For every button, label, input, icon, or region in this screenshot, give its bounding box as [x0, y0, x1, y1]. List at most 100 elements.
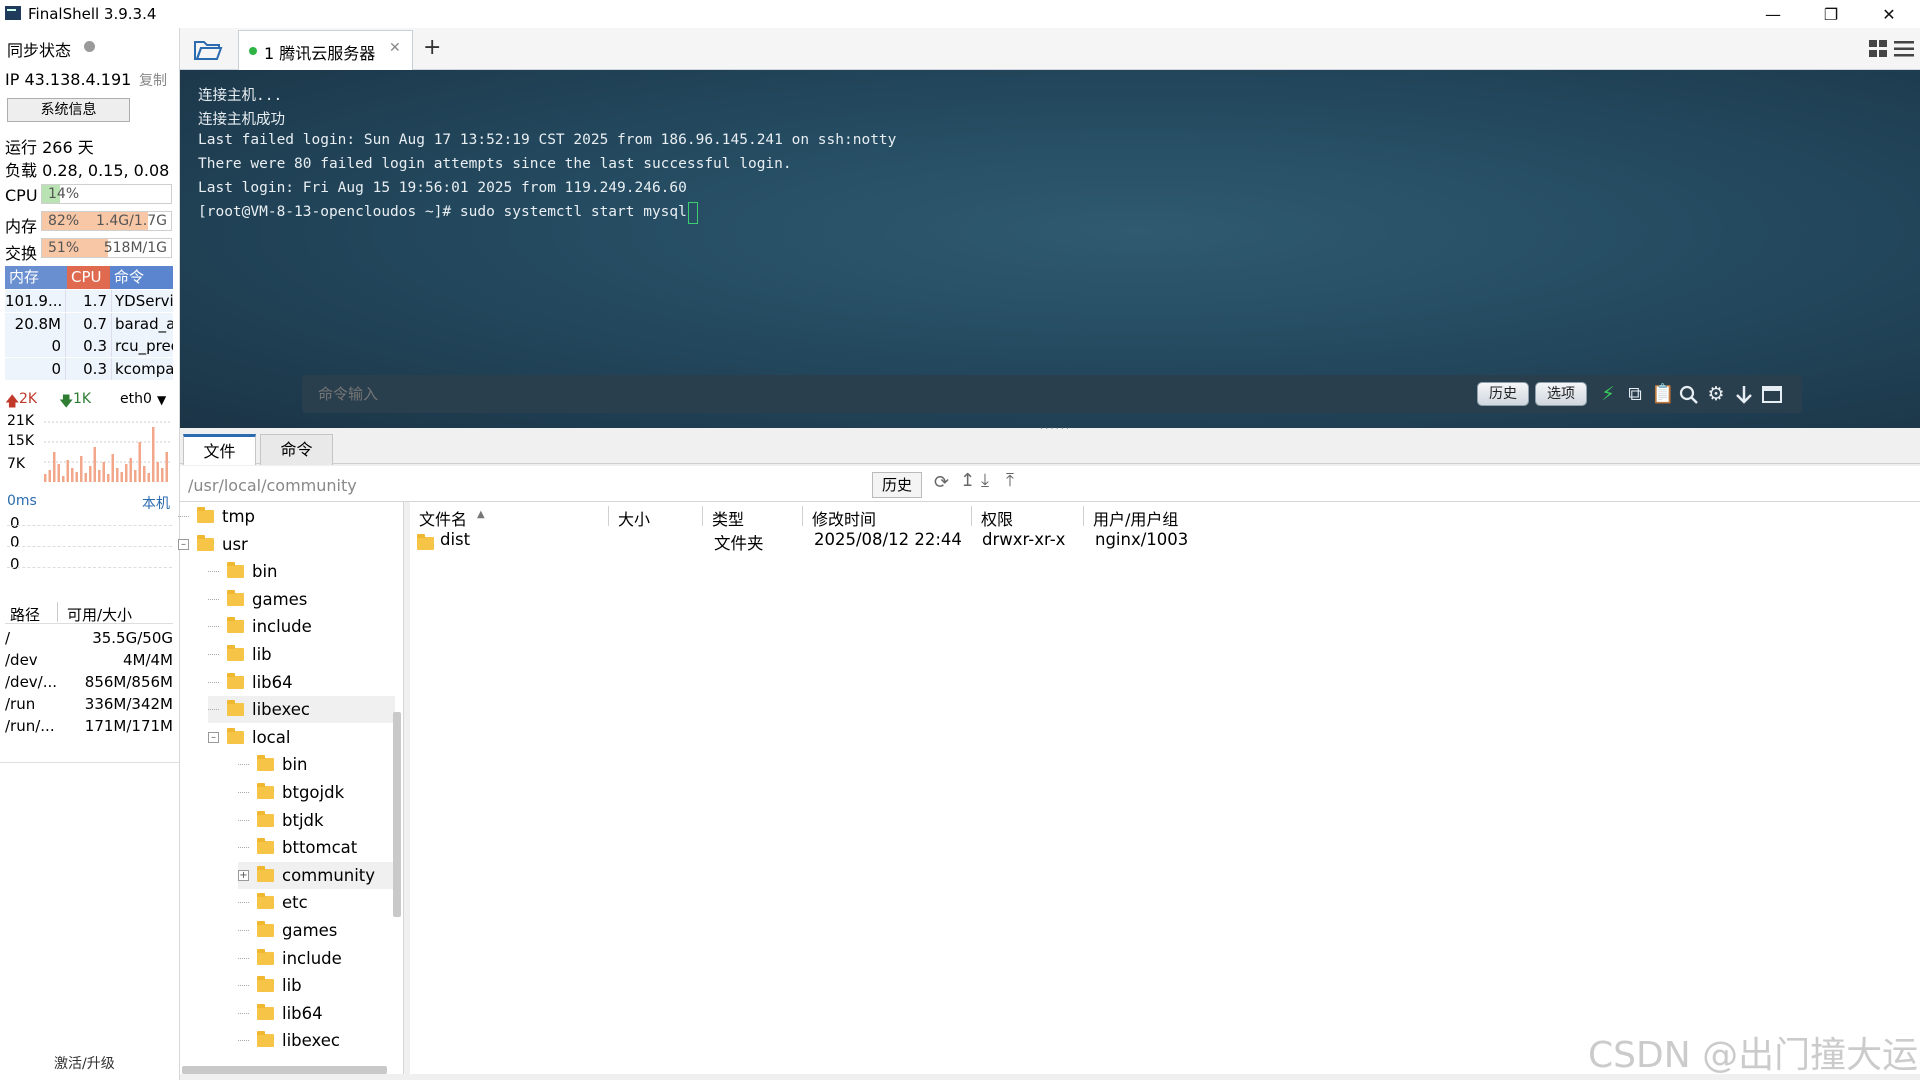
- sort-ascending-icon: ▲: [477, 509, 485, 520]
- folder-icon: [227, 645, 244, 661]
- tree-node[interactable]: lib: [208, 641, 395, 668]
- tree-node-label: libexec: [252, 700, 310, 720]
- open-folder-icon[interactable]: [193, 38, 223, 62]
- tree-node[interactable]: bttomcat: [238, 834, 395, 861]
- process-command: barad_agent: [111, 312, 173, 335]
- folder-icon: [257, 948, 274, 965]
- tree-node[interactable]: btjdk: [238, 807, 395, 834]
- history-button[interactable]: 历史: [1477, 382, 1529, 406]
- memory-usage-bar: 82% 1.4G/1.7G: [41, 211, 172, 231]
- latency-target[interactable]: 本机: [142, 493, 170, 513]
- collapse-icon[interactable]: –: [178, 538, 189, 550]
- proc-col-command[interactable]: 命令: [110, 266, 173, 289]
- tab-session-1[interactable]: 1 腾讯云服务器 ✕: [238, 30, 413, 70]
- cpu-label: CPU: [5, 186, 38, 205]
- process-row[interactable]: 20.8M0.7barad_agent: [5, 312, 173, 335]
- close-tab-icon[interactable]: ✕: [389, 40, 401, 56]
- tree-node[interactable]: bin: [208, 558, 395, 585]
- paste-icon[interactable]: 📋: [1651, 382, 1675, 406]
- options-button[interactable]: 选项: [1535, 382, 1587, 406]
- col-type[interactable]: 类型: [712, 506, 744, 530]
- col-modified[interactable]: 修改时间: [812, 506, 876, 530]
- upload-icon[interactable]: ⤒: [1006, 470, 1014, 491]
- gear-icon[interactable]: ⚙: [1705, 382, 1727, 406]
- tree-node[interactable]: games: [208, 586, 395, 613]
- tree-node[interactable]: libexec: [208, 696, 395, 724]
- tree-node[interactable]: include: [208, 613, 395, 640]
- process-row[interactable]: 00.3rcu_preempt: [5, 335, 173, 357]
- system-info-button[interactable]: 系统信息: [7, 98, 130, 122]
- activate-upgrade-link[interactable]: 激活/升级: [54, 1053, 115, 1073]
- process-command: YDService: [111, 290, 173, 312]
- tree-node[interactable]: lib64: [238, 1000, 395, 1027]
- tree-node[interactable]: lib64: [208, 669, 395, 696]
- folder-icon: [257, 865, 274, 882]
- proc-col-cpu[interactable]: CPU: [67, 266, 110, 289]
- close-button[interactable]: ✕: [1860, 0, 1918, 28]
- file-list[interactable]: [410, 502, 1920, 1074]
- tree-node[interactable]: btgojdk: [238, 779, 395, 806]
- latency-row: 0: [10, 514, 20, 532]
- tab-commands[interactable]: 命令: [260, 434, 333, 465]
- tree-node[interactable]: libexec: [238, 1027, 395, 1054]
- parent-folder-icon[interactable]: ↥: [960, 470, 975, 491]
- swap-percent: 51%: [48, 240, 80, 256]
- download-arrow-icon[interactable]: [1735, 385, 1753, 405]
- tree-node-label: tmp: [222, 507, 256, 526]
- memory-percent: 82%: [48, 213, 80, 229]
- tree-node[interactable]: bin: [238, 751, 395, 778]
- maximize-panel-icon[interactable]: [1762, 386, 1782, 403]
- tree-node[interactable]: – local: [208, 724, 395, 751]
- process-row[interactable]: 101.9...1.7YDService: [5, 290, 173, 312]
- swap-value: 518M/1G: [103, 240, 167, 256]
- process-cpu: 1.7: [65, 290, 111, 312]
- expand-icon[interactable]: +: [238, 869, 249, 881]
- col-filename[interactable]: 文件名: [419, 506, 467, 530]
- download-icon[interactable]: ⤓: [981, 470, 989, 491]
- tree-node[interactable]: etc: [238, 889, 395, 916]
- col-permission[interactable]: 权限: [981, 506, 1013, 530]
- menu-icon[interactable]: [1894, 40, 1914, 58]
- chevron-down-icon[interactable]: ▼: [157, 393, 166, 407]
- proc-col-mem[interactable]: 内存: [5, 266, 67, 289]
- divider: [608, 506, 609, 526]
- col-owner[interactable]: 用户/用户组: [1093, 506, 1178, 530]
- disk-usage: 336M/342M: [84, 695, 173, 713]
- minimize-button[interactable]: —: [1744, 0, 1802, 28]
- path-history-button[interactable]: 历史: [872, 472, 922, 498]
- tab-files[interactable]: 文件: [183, 434, 256, 465]
- folder-icon: [227, 617, 244, 634]
- copy-ip-link[interactable]: 复制: [139, 70, 167, 90]
- tree-node-label: lib: [252, 645, 272, 664]
- tree-node[interactable]: lib: [238, 972, 395, 999]
- file-row[interactable]: dist 文件夹 2025/08/12 22:44 drwxr-xr-x ngi…: [412, 528, 1912, 553]
- tree-node[interactable]: + community: [238, 861, 395, 889]
- restore-button[interactable]: ❐: [1802, 0, 1860, 28]
- command-input[interactable]: [316, 383, 916, 405]
- path-input[interactable]: [186, 473, 866, 497]
- process-cpu: 0.7: [65, 312, 111, 335]
- col-size[interactable]: 大小: [618, 506, 650, 530]
- tree-node[interactable]: include: [238, 945, 395, 972]
- folder-icon: [257, 783, 274, 799]
- disk-table-header: 路径 可用/大小: [5, 602, 173, 624]
- grid-view-icon[interactable]: [1869, 40, 1888, 58]
- collapse-icon[interactable]: –: [208, 731, 219, 743]
- tree-node-label: games: [282, 921, 338, 940]
- net-interface-select[interactable]: eth0: [120, 391, 152, 407]
- network-traffic-graph: [44, 421, 172, 482]
- process-row[interactable]: 00.3kcompactd0: [5, 357, 173, 380]
- tree-horizontal-scrollbar[interactable]: [182, 1066, 387, 1074]
- tree-node[interactable]: games: [238, 917, 395, 944]
- lightning-icon[interactable]: ⚡: [1597, 382, 1619, 406]
- memory-label: 内存: [5, 217, 38, 236]
- cpu-percent: 14%: [48, 186, 80, 202]
- tree-node[interactable]: tmp: [178, 503, 395, 530]
- search-icon[interactable]: [1679, 385, 1699, 405]
- tree-node[interactable]: – usr: [178, 531, 395, 558]
- copy-icon[interactable]: ⧉: [1624, 382, 1646, 406]
- add-tab-icon[interactable]: +: [423, 35, 441, 60]
- divider: [702, 506, 703, 526]
- refresh-icon[interactable]: ⟳: [934, 472, 949, 493]
- tree-scrollbar[interactable]: [393, 712, 401, 917]
